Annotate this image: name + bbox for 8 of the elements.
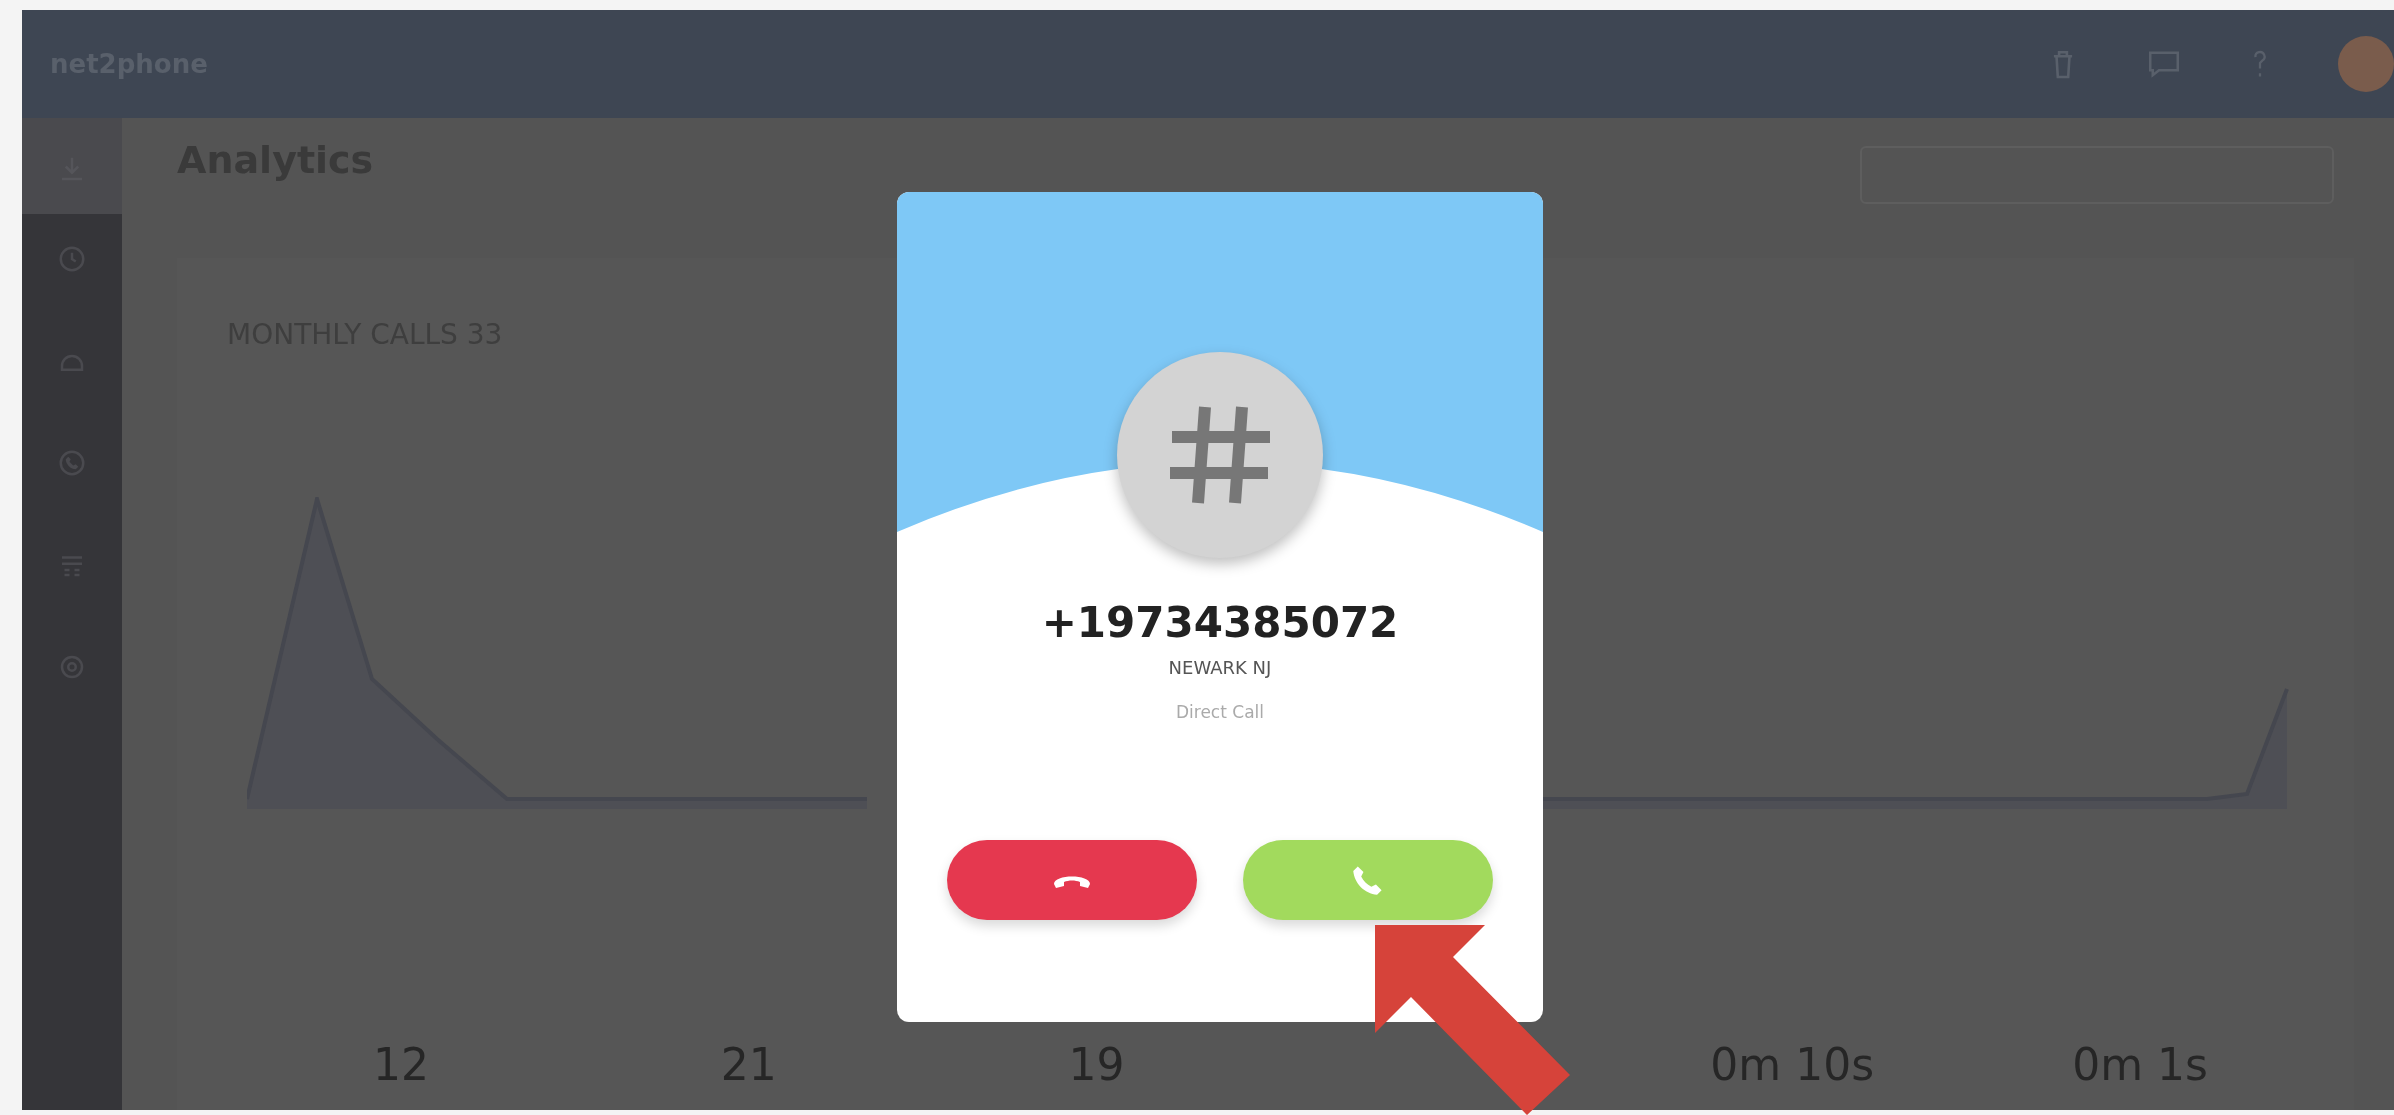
user-avatar[interactable] [2338,36,2394,92]
caller-number: +19734385072 [1041,598,1399,647]
accept-call-button[interactable] [1243,840,1493,920]
caller-location: NEWARK NJ [1168,657,1272,678]
decline-call-button[interactable] [947,840,1197,920]
help-icon[interactable] [2252,48,2268,80]
chat-icon[interactable] [2146,49,2182,79]
call-type: Direct Call [1175,702,1264,722]
